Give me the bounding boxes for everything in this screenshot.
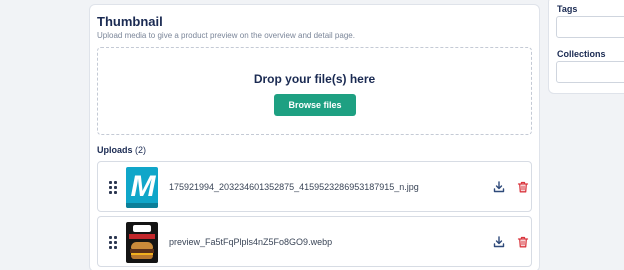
download-icon[interactable]	[491, 179, 507, 195]
uploads-heading: Uploads (2)	[97, 145, 146, 155]
upload-item: M 175921994_203234601352875_415952328695…	[97, 161, 532, 212]
thumbnail-card: Thumbnail Upload media to give a product…	[89, 4, 540, 270]
upload-item: preview_Fa5tFqPlpls4nZ5Fo8GO9.webp	[97, 216, 532, 267]
trash-icon[interactable]	[515, 234, 531, 250]
thumbnail-subtitle: Upload media to give a product preview o…	[97, 31, 355, 40]
organization-panel: Tags Collections	[548, 0, 624, 94]
tags-label: Tags	[557, 4, 578, 14]
drag-handle-icon[interactable]	[109, 236, 117, 249]
uploads-count: (2)	[135, 145, 147, 155]
download-icon[interactable]	[491, 234, 507, 250]
collections-input[interactable]	[556, 61, 624, 83]
tags-input[interactable]	[556, 16, 624, 38]
trash-icon[interactable]	[515, 179, 531, 195]
browse-files-button[interactable]: Browse files	[274, 94, 356, 116]
file-name: 175921994_203234601352875_41595232869531…	[169, 182, 419, 192]
file-thumbnail: M	[126, 167, 158, 208]
file-thumbnail	[126, 222, 158, 263]
uploads-heading-label: Uploads	[97, 145, 133, 155]
file-dropzone[interactable]: Drop your file(s) here Browse files	[97, 47, 532, 135]
dropzone-prompt: Drop your file(s) here	[253, 72, 376, 86]
file-name: preview_Fa5tFqPlpls4nZ5Fo8GO9.webp	[169, 237, 333, 247]
drag-handle-icon[interactable]	[109, 181, 117, 194]
collections-label: Collections	[557, 49, 606, 59]
thumbnail-title: Thumbnail	[97, 14, 163, 29]
